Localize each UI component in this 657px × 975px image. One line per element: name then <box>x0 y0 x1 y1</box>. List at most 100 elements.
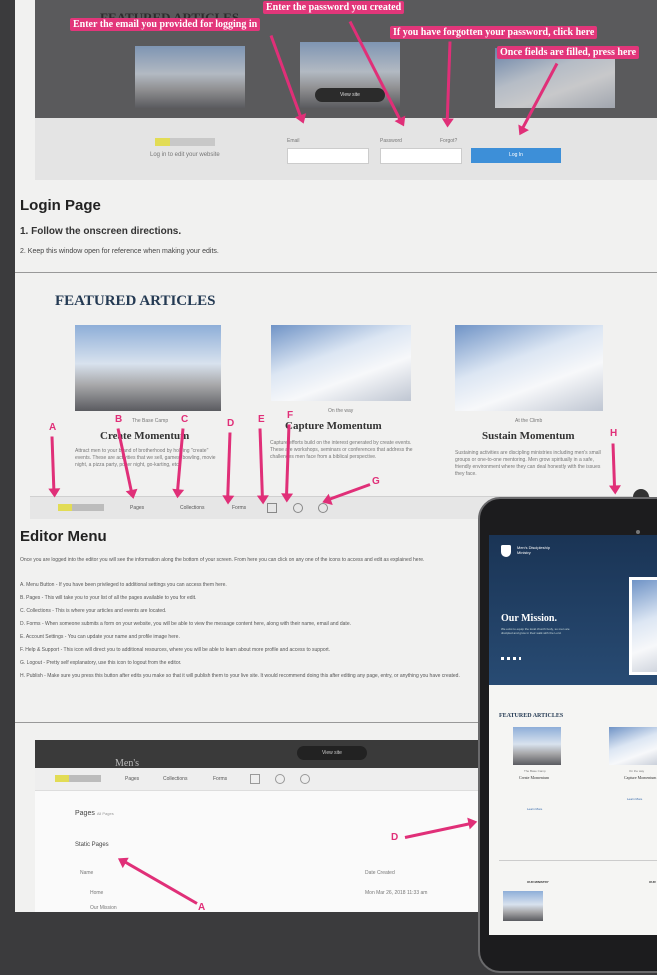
tablet-learn-more-1[interactable]: Learn More <box>527 807 542 811</box>
tablet-section-1: OUR MINISTRY <box>527 880 549 884</box>
pages-toolbar-logo[interactable] <box>55 775 101 782</box>
editor-item-d: D. Forms - When someone submits a form o… <box>20 621 351 627</box>
settings-icon[interactable] <box>250 774 260 784</box>
tablet-divider <box>499 860 657 861</box>
view-site-pill[interactable]: View site <box>315 88 385 102</box>
column-date: Date Created <box>365 870 395 876</box>
tablet-carousel-dots[interactable] <box>501 657 521 660</box>
tablet-brand: Men's Discipleship Ministry <box>517 545 550 555</box>
tablet-shield-icon <box>501 545 511 557</box>
toolbar-pages[interactable]: Pages <box>130 505 144 511</box>
card-text-1: Attract men to your brand of brotherhood… <box>75 448 216 468</box>
view-site-button-label: View site <box>322 750 342 756</box>
email-label: Email <box>287 138 300 144</box>
card-title-1: Create Momentum <box>100 430 190 442</box>
login-step-1: 1. Follow the onscreen directions. <box>20 226 182 237</box>
tab-pages[interactable]: Pages <box>125 776 139 782</box>
callout-forgot: If you have forgotten your password, cli… <box>390 26 598 39</box>
toolbar-forms[interactable]: Forms <box>232 505 246 511</box>
pages-toolbar: Pages Collections Forms <box>35 768 505 791</box>
marker-g: G <box>372 476 380 487</box>
editor-item-b: B. Pages - This will take you to your li… <box>20 595 197 601</box>
signout-icon[interactable] <box>300 774 310 784</box>
breadcrumb-sub: All Pages <box>96 811 114 816</box>
login-step-2: 2. Keep this window open for reference w… <box>20 248 219 255</box>
featured-title: FEATURED ARTICLES <box>55 293 216 309</box>
tablet-hero-title: Our Mission. <box>501 613 557 624</box>
arrow-d <box>226 432 232 499</box>
forgot-link[interactable]: Forgot? <box>440 138 457 144</box>
editor-item-a: A. Menu Button - If you have been privil… <box>20 582 227 588</box>
editor-section-heading: Editor Menu <box>20 528 107 545</box>
toolbar-logo[interactable] <box>58 504 104 511</box>
card-title-2: Capture Momentum <box>285 420 382 432</box>
breadcrumb-main[interactable]: Pages <box>75 810 95 817</box>
editor-intro: Once you are logged into the editor you … <box>20 557 425 563</box>
marker-e: E <box>258 414 265 425</box>
tab-forms[interactable]: Forms <box>213 776 227 782</box>
tablet-section-2: OUR <box>649 880 656 884</box>
callout-email: Enter the email you provided for logging… <box>70 18 261 31</box>
marker-c: C <box>181 414 189 425</box>
view-site-button[interactable]: View site <box>297 746 367 760</box>
callout-submit: Once fields are filled, press here <box>497 46 640 59</box>
login-button-label: Log In <box>509 152 523 158</box>
divider-1 <box>15 272 657 273</box>
brand-logo <box>155 138 215 146</box>
login-button[interactable]: Log In <box>471 148 561 163</box>
tablet-featured-title: FEATURED ARTICLES <box>499 713 564 719</box>
hero-photo-left <box>135 46 245 108</box>
editor-item-c: C. Collections - This is where your arti… <box>20 608 167 614</box>
toolbar-collections[interactable]: Collections <box>180 505 204 511</box>
tablet-card-photo-1 <box>513 727 561 765</box>
column-name: Name <box>80 870 94 876</box>
row-1-date: Mon Mar 26, 2018 11:33 am <box>365 890 428 896</box>
tablet-hero: Men's Discipleship Ministry Our Mission.… <box>489 535 657 685</box>
marker-b: B <box>115 414 123 425</box>
editor-items: A. Menu Button - If you have been privil… <box>20 582 480 680</box>
help-icon[interactable] <box>293 503 303 513</box>
password-field[interactable] <box>380 148 462 164</box>
marker-d-bottom: D <box>391 832 399 843</box>
arrow-e <box>258 428 264 499</box>
tablet-card-title-2: Capture Momentum <box>624 775 657 780</box>
email-field[interactable] <box>287 148 369 164</box>
row-1-name[interactable]: Home <box>90 890 103 896</box>
login-caption: Log in to edit your website <box>150 152 220 158</box>
breadcrumb: Pages All Pages <box>75 810 114 817</box>
pages-screenshot: Men's View site Pages Collections Forms … <box>35 740 505 912</box>
tablet-mockup: Men's Discipleship Ministry Our Mission.… <box>478 497 657 973</box>
editor-item-g: G. Logout - Pretty self explanatory, use… <box>20 660 182 666</box>
arrow-a <box>50 436 56 492</box>
editor-item-h: H. Publish - Make sure you press this bu… <box>20 673 460 679</box>
tablet-hero-text: We exist to equip the local church body,… <box>501 627 570 635</box>
card-photo-2 <box>271 325 411 401</box>
view-site-label: View site <box>340 92 360 98</box>
card-photo-3 <box>455 325 603 411</box>
support-icon[interactable] <box>275 774 285 784</box>
tablet-card-photo-2 <box>609 727 657 765</box>
callout-password: Enter the password you created <box>263 1 405 14</box>
marker-a: A <box>49 422 57 433</box>
static-pages-heading: Static Pages <box>75 842 109 848</box>
card-title-3: Sustain Momentum <box>482 430 575 442</box>
tab-collections[interactable]: Collections <box>163 776 187 782</box>
card-caption-2: On the way <box>328 408 354 414</box>
tablet-camera <box>636 530 640 534</box>
account-settings-icon[interactable] <box>267 503 277 513</box>
password-label: Password <box>380 138 402 144</box>
pages-topbar: Men's View site <box>35 740 505 769</box>
editor-item-f: F. Help & Support - This icon will direc… <box>20 647 331 653</box>
row-2-name[interactable]: Our Mission <box>90 905 117 911</box>
tablet-card-caption-2: On the way <box>629 769 645 773</box>
tablet-card-caption-1: The Base Camp <box>524 769 546 773</box>
login-section-heading: Login Page <box>20 197 101 214</box>
tablet-learn-more-2[interactable]: Learn More <box>627 797 642 801</box>
marker-f: F <box>287 410 294 421</box>
card-text-2: Capture efforts build on the interest ge… <box>270 440 413 460</box>
editor-item-e: E. Account Settings - You can update you… <box>20 634 180 640</box>
tablet-hero-photo <box>629 577 657 675</box>
login-screenshot: FEATURED ARTICLES View site Log in to ed… <box>35 0 657 180</box>
tablet-ministry-photo <box>503 891 543 921</box>
arrow-h <box>611 443 617 489</box>
